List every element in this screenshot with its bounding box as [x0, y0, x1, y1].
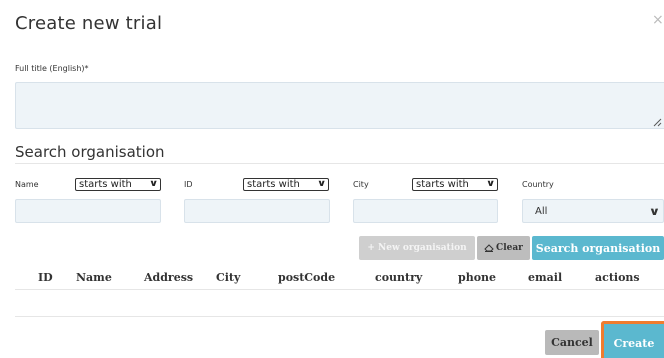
chevron-down-icon: ∨	[316, 179, 327, 189]
section-title-search-organisation: Search organisation	[15, 143, 165, 161]
column-header-actions: actions	[595, 271, 640, 284]
close-icon[interactable]: ×	[652, 12, 664, 28]
clear-label: Clear	[496, 243, 523, 253]
column-header-phone: phone	[458, 271, 497, 284]
chevron-down-icon: ∨	[648, 204, 661, 218]
table-bottom-border	[15, 289, 664, 290]
column-header-id: ID	[38, 271, 53, 284]
city-filter-label: City	[353, 180, 369, 189]
city-search-input[interactable]	[353, 199, 498, 223]
country-filter-label: Country	[522, 180, 554, 189]
name-match-select[interactable]: starts with ∨	[75, 178, 161, 191]
chevron-down-icon: ∨	[485, 179, 496, 189]
column-header-country: country	[375, 271, 423, 284]
search-organisation-button[interactable]: Search organisation	[532, 236, 664, 260]
name-filter-label: Name	[15, 180, 39, 189]
country-select[interactable]: All ∨	[522, 199, 664, 223]
id-search-input[interactable]	[184, 199, 330, 223]
eraser-icon	[484, 244, 494, 252]
column-header-postcode: postCode	[278, 271, 336, 284]
cancel-button[interactable]: Cancel	[545, 330, 599, 355]
name-search-input[interactable]	[15, 199, 161, 223]
id-match-value: starts with	[247, 179, 300, 190]
column-header-name: Name	[76, 271, 112, 284]
id-match-select[interactable]: starts with ∨	[243, 178, 329, 191]
resize-grip-icon[interactable]	[653, 118, 662, 127]
search-organisation-label: Search organisation	[535, 241, 661, 255]
column-header-address: Address	[144, 271, 194, 284]
city-match-value: starts with	[416, 179, 469, 190]
footer-divider	[15, 316, 664, 317]
country-select-value: All	[535, 205, 548, 217]
column-header-city: City	[216, 271, 241, 284]
cancel-label: Cancel	[551, 336, 593, 349]
chevron-down-icon: ∨	[148, 179, 159, 189]
create-button[interactable]: Create	[601, 321, 664, 358]
new-organisation-label: + New organisation	[367, 243, 467, 253]
column-header-email: email	[528, 271, 563, 284]
full-title-label: Full title (English)*	[15, 64, 89, 73]
city-match-select[interactable]: starts with ∨	[412, 178, 498, 191]
new-organisation-button[interactable]: + New organisation	[359, 236, 475, 260]
dialog-title: Create new trial	[15, 13, 163, 34]
section-divider	[15, 163, 664, 164]
create-label: Create	[613, 336, 655, 350]
clear-button[interactable]: Clear	[477, 236, 530, 260]
id-filter-label: ID	[184, 180, 193, 189]
name-match-value: starts with	[79, 179, 132, 190]
full-title-textarea[interactable]	[15, 82, 664, 129]
